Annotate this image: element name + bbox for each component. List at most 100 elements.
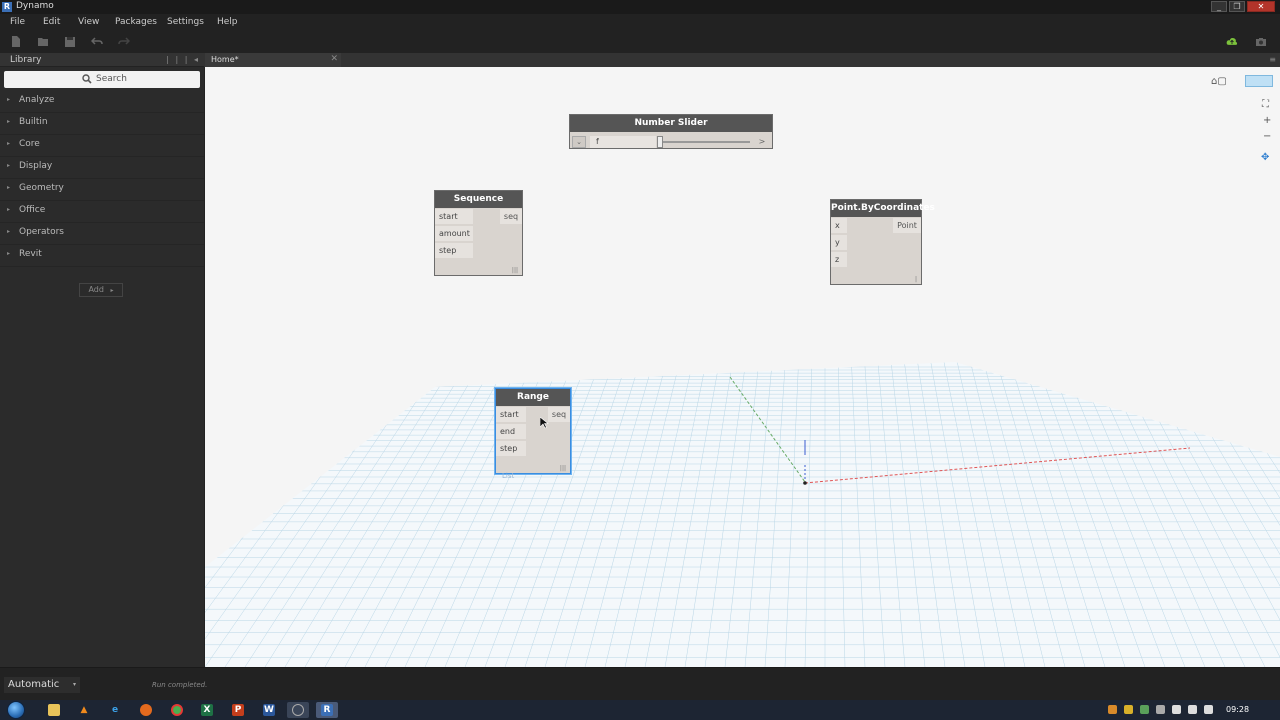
- library-item-operators[interactable]: ▸ Operators: [0, 223, 204, 245]
- lacing-indicator: |||: [559, 465, 566, 472]
- lacing-indicator: |||: [511, 267, 518, 274]
- tray-icon[interactable]: [1108, 705, 1117, 714]
- geometry-view-icon[interactable]: ⌂▢: [1211, 76, 1231, 87]
- menu-view[interactable]: View: [78, 17, 99, 27]
- volume-icon[interactable]: [1188, 705, 1197, 714]
- windows-taskbar: ▲ e X P W R 09:28: [0, 700, 1280, 720]
- input-port-start[interactable]: start: [496, 407, 526, 422]
- input-port-end[interactable]: end: [496, 424, 526, 439]
- library-item-label: Office: [19, 205, 46, 215]
- input-port-amount[interactable]: amount: [435, 226, 473, 241]
- library-panel-controls[interactable]: | | | ◂: [166, 55, 200, 64]
- expand-arrow-icon: ▸: [7, 140, 11, 147]
- slider-row: ⌄ f >: [570, 134, 772, 150]
- tray-icon[interactable]: [1140, 705, 1149, 714]
- node-title: Sequence: [435, 191, 522, 208]
- output-port[interactable]: >: [755, 136, 769, 148]
- input-port-start[interactable]: start: [435, 209, 473, 224]
- camera-icon[interactable]: [1255, 35, 1267, 48]
- output-port-point[interactable]: Point: [893, 218, 921, 233]
- zoom-out-icon[interactable]: −: [1263, 131, 1271, 142]
- tray-icon[interactable]: [1156, 705, 1165, 714]
- firefox-taskbar-icon[interactable]: [135, 702, 157, 718]
- zoom-in-icon[interactable]: +: [1263, 115, 1271, 126]
- library-item-builtin[interactable]: ▸ Builtin: [0, 113, 204, 135]
- revit-taskbar-icon[interactable]: R: [316, 702, 338, 718]
- status-bar: Automatic ▾ Run completed.: [0, 667, 1280, 700]
- number-slider-node[interactable]: Number Slider ⌄ f >: [569, 114, 773, 149]
- background-grid: [205, 362, 1280, 667]
- add-package-button[interactable]: Add ▸: [79, 283, 123, 297]
- library-item-office[interactable]: ▸ Office: [0, 201, 204, 223]
- library-search-input[interactable]: Search: [4, 71, 200, 88]
- toolbar: [0, 31, 1280, 53]
- output-port-seq[interactable]: seq: [500, 209, 522, 224]
- slider-value-field[interactable]: f: [590, 136, 656, 148]
- open-file-icon[interactable]: [37, 35, 49, 48]
- tab-menu-icon[interactable]: ≡: [1269, 55, 1276, 64]
- output-port-seq[interactable]: seq: [548, 407, 570, 422]
- vlc-taskbar-icon[interactable]: ▲: [73, 702, 95, 718]
- graph-view-icon[interactable]: [1245, 75, 1273, 87]
- zoom-fit-icon[interactable]: ⛶: [1262, 99, 1269, 110]
- input-port-z[interactable]: z: [831, 252, 847, 267]
- menu-packages[interactable]: Packages: [115, 17, 157, 27]
- tab-home[interactable]: Home* ✕: [205, 53, 341, 67]
- search-placeholder: Search: [96, 74, 127, 84]
- dynamo-taskbar-icon[interactable]: [287, 702, 309, 718]
- slider-expand-toggle[interactable]: ⌄: [572, 136, 586, 148]
- start-button[interactable]: [7, 701, 25, 719]
- library-item-revit[interactable]: ▸ Revit: [0, 245, 204, 267]
- input-port-step[interactable]: step: [435, 243, 473, 258]
- slider-track[interactable]: [662, 141, 750, 143]
- point-by-coordinates-node[interactable]: Point.ByCoordinates x y z Point |: [830, 199, 935, 285]
- flag-icon[interactable]: [1204, 705, 1213, 714]
- menu-help[interactable]: Help: [217, 17, 238, 27]
- taskbar-clock[interactable]: 09:28: [1226, 705, 1249, 714]
- range-node[interactable]: Range start end step seq |||: [495, 388, 571, 474]
- sequence-node[interactable]: Sequence start amount step seq |||: [434, 190, 523, 276]
- search-icon: [82, 74, 92, 84]
- excel-taskbar-icon[interactable]: X: [196, 702, 218, 718]
- expand-arrow-icon: ▸: [7, 118, 11, 125]
- word-taskbar-icon[interactable]: W: [258, 702, 280, 718]
- input-port-step[interactable]: step: [496, 441, 526, 456]
- menu-file[interactable]: File: [10, 17, 25, 27]
- powerpoint-taskbar-icon[interactable]: P: [227, 702, 249, 718]
- explorer-taskbar-icon[interactable]: [43, 702, 65, 718]
- cloud-icon[interactable]: [1226, 35, 1242, 48]
- input-port-y[interactable]: y: [831, 235, 847, 250]
- lacing-indicator: |: [914, 276, 917, 283]
- slider-thumb[interactable]: [657, 136, 663, 148]
- new-file-icon[interactable]: [10, 35, 22, 48]
- close-window-button[interactable]: ✕: [1247, 1, 1275, 12]
- menu-edit[interactable]: Edit: [43, 17, 60, 27]
- graph-canvas[interactable]: ⌂▢ ⛶ + − ✥ Number Slider ⌄ f > Sequence …: [205, 67, 1280, 667]
- redo-icon[interactable]: [118, 35, 131, 48]
- chevron-down-icon: ▾: [72, 681, 76, 688]
- tray-icon[interactable]: [1124, 705, 1133, 714]
- save-icon[interactable]: [64, 35, 76, 48]
- library-item-core[interactable]: ▸ Core: [0, 135, 204, 157]
- library-item-label: Display: [19, 161, 53, 171]
- undo-icon[interactable]: [90, 35, 103, 48]
- library-panel: Library | | | ◂ Search ▸ Analyze ▸ Built…: [0, 53, 204, 667]
- run-mode-dropdown[interactable]: Automatic ▾: [4, 677, 80, 693]
- expand-arrow-icon: ▸: [7, 162, 11, 169]
- range-preview-label[interactable]: List: [502, 472, 514, 480]
- library-item-label: Operators: [19, 227, 64, 237]
- pan-icon[interactable]: ✥: [1261, 152, 1269, 163]
- close-tab-icon[interactable]: ✕: [330, 54, 338, 64]
- chrome-taskbar-icon[interactable]: [166, 702, 188, 718]
- run-mode-value: Automatic: [8, 679, 60, 690]
- menu-settings[interactable]: Settings: [167, 17, 204, 27]
- library-item-geometry[interactable]: ▸ Geometry: [0, 179, 204, 201]
- minimize-button[interactable]: _: [1211, 1, 1227, 12]
- maximize-button[interactable]: ❐: [1229, 1, 1245, 12]
- network-icon[interactable]: [1172, 705, 1181, 714]
- input-port-x[interactable]: x: [831, 218, 847, 233]
- ie-taskbar-icon[interactable]: e: [104, 702, 126, 718]
- library-item-analyze[interactable]: ▸ Analyze: [0, 91, 204, 113]
- library-item-display[interactable]: ▸ Display: [0, 157, 204, 179]
- library-item-label: Core: [19, 139, 40, 149]
